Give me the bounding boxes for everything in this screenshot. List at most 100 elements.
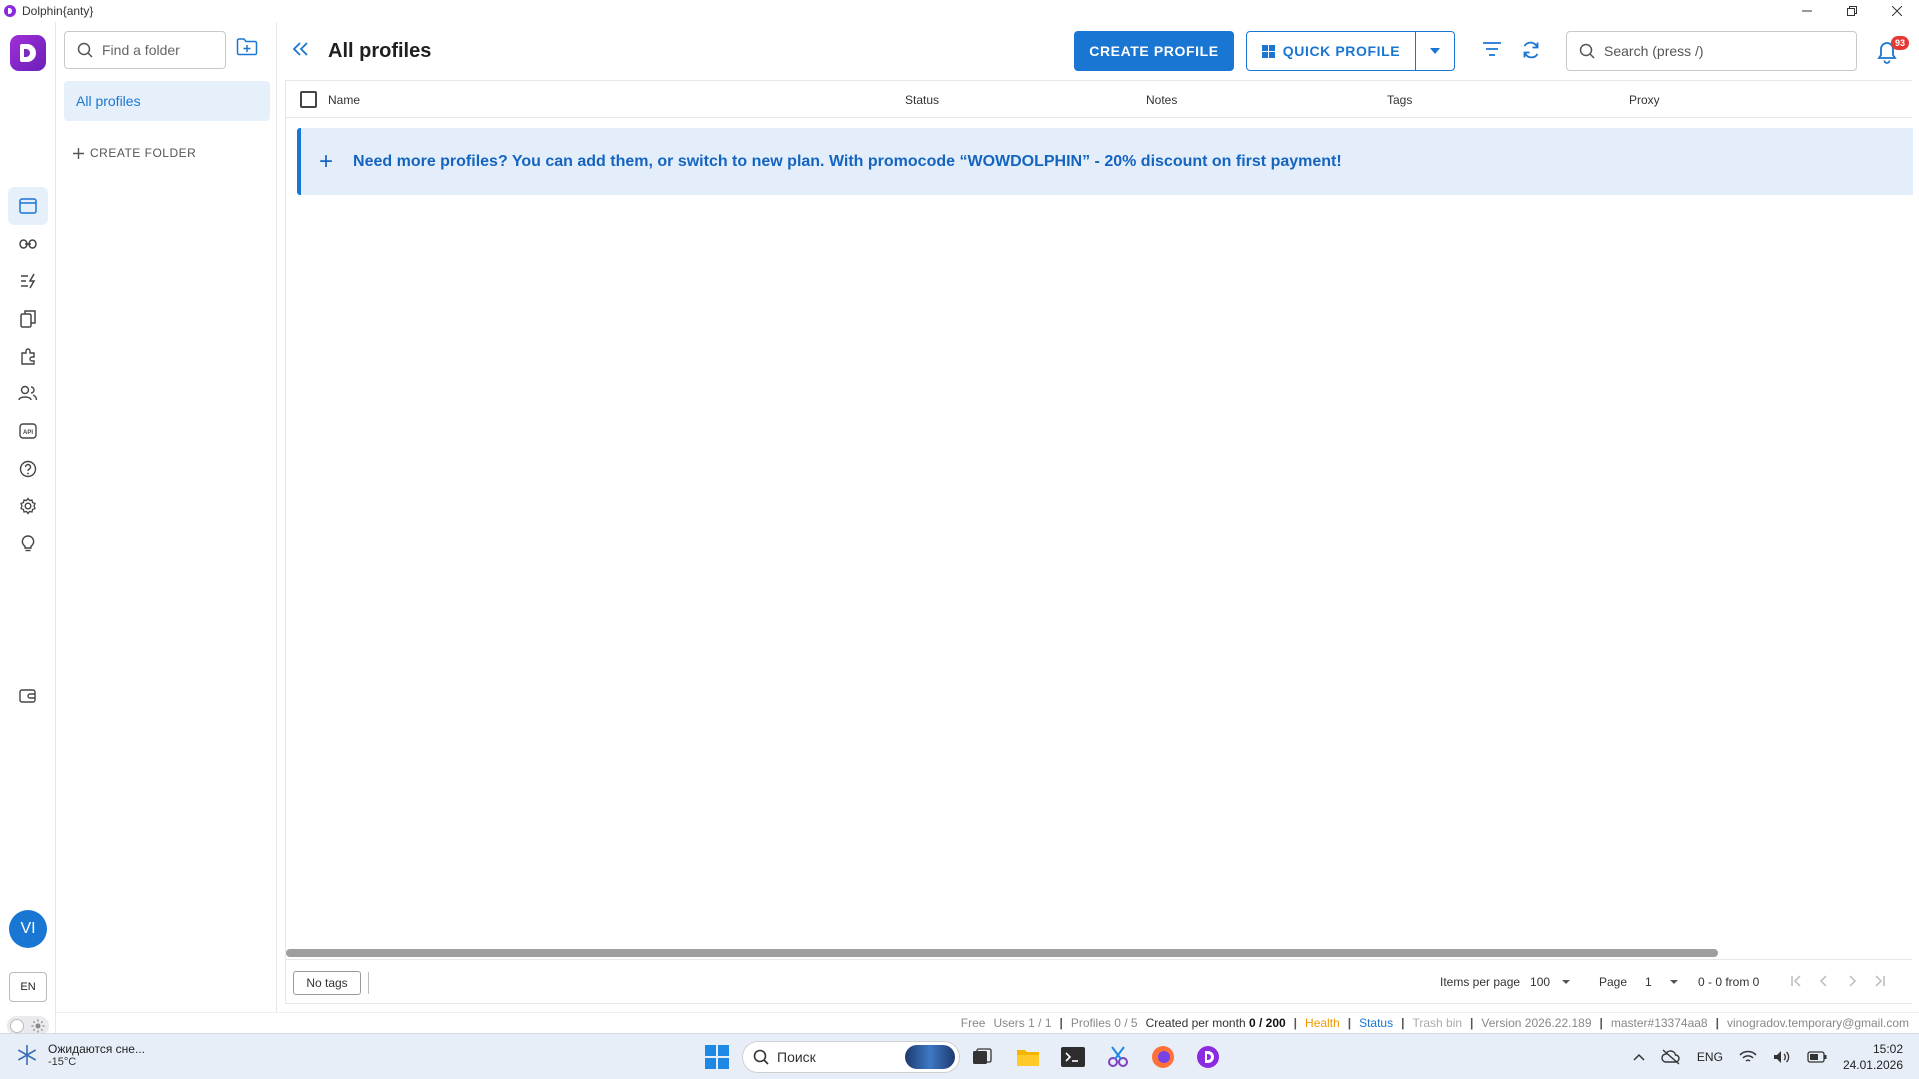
search-icon (77, 42, 93, 58)
volume-icon[interactable] (1773, 1050, 1791, 1064)
restore-button[interactable] (1829, 0, 1874, 22)
column-proxy[interactable]: Proxy (1629, 93, 1660, 107)
promo-banner[interactable]: + Need more profiles? You can add them, … (297, 128, 1913, 195)
collapse-panel-icon[interactable] (292, 41, 310, 57)
plus-icon: + (319, 147, 334, 175)
refresh-icon[interactable] (1521, 40, 1541, 60)
column-notes[interactable]: Notes (1146, 93, 1177, 107)
window-titlebar: Dolphin{anty} (0, 0, 1919, 22)
dolphin-app-icon (4, 5, 16, 17)
status-link[interactable]: Status (1359, 1016, 1393, 1030)
chevron-down-icon (1430, 48, 1440, 54)
weather-widget[interactable]: Ожидаются сне... -15°C (16, 1042, 145, 1068)
profile-search[interactable] (1566, 31, 1857, 71)
no-tags-button[interactable]: No tags (293, 971, 361, 995)
cloud-off-icon[interactable] (1661, 1049, 1681, 1065)
filter-icon[interactable] (1482, 41, 1502, 57)
table-footer: No tags Items per page 100 Page 1 0 - 0 … (286, 959, 1912, 1005)
api-icon[interactable]: API (8, 412, 48, 450)
lightbulb-icon[interactable] (8, 525, 48, 563)
trash-bin-link[interactable]: Trash bin (1412, 1016, 1462, 1030)
add-folder-icon[interactable] (236, 37, 258, 57)
column-name[interactable]: Name (328, 93, 360, 107)
plan-label: Free (960, 1016, 986, 1030)
svg-text:API: API (23, 430, 33, 436)
clock[interactable]: 15:02 24.01.2026 (1843, 1041, 1903, 1073)
created-per-month: Created per month 0 / 200 (1145, 1016, 1286, 1030)
snipping-tool-icon[interactable] (1103, 1042, 1133, 1072)
minimize-button[interactable] (1784, 0, 1829, 22)
taskbar-search[interactable]: Поиск (742, 1041, 960, 1073)
search-icon (753, 1049, 769, 1065)
quick-profile-button[interactable]: QUICK PROFILE (1246, 31, 1416, 71)
chevron-up-icon[interactable] (1633, 1053, 1645, 1061)
pagination-nav (1788, 973, 1888, 989)
dolphin-logo[interactable] (10, 35, 46, 71)
os-taskbar: Ожидаются сне... -15°C Поиск ENG 15:02 2 (0, 1033, 1919, 1079)
next-page-icon[interactable] (1844, 973, 1860, 989)
terminal-icon[interactable] (1058, 1042, 1088, 1072)
select-all-checkbox[interactable] (300, 91, 317, 108)
user-avatar[interactable]: VI (9, 910, 47, 948)
link-icon[interactable] (8, 225, 48, 263)
firefox-icon[interactable] (1148, 1042, 1178, 1072)
folder-search-input[interactable] (102, 42, 212, 58)
start-button-icon[interactable] (702, 1042, 732, 1072)
folder-search[interactable] (64, 31, 226, 69)
health-link[interactable]: Health (1305, 1016, 1340, 1030)
last-page-icon[interactable] (1872, 973, 1888, 989)
create-profile-button[interactable]: CREATE PROFILE (1074, 31, 1234, 71)
status-bar: Free Users 1 / 1 | Profiles 0 / 5 Create… (56, 1012, 1919, 1033)
browser-profiles-icon[interactable] (8, 187, 48, 225)
profile-search-input[interactable] (1604, 43, 1844, 59)
task-view-icon[interactable] (967, 1042, 997, 1072)
prev-page-icon[interactable] (1816, 973, 1832, 989)
create-folder-button[interactable]: CREATE FOLDER (73, 146, 196, 160)
copy-icon[interactable] (8, 300, 48, 338)
promo-text: Need more profiles? You can add them, or… (353, 152, 1342, 170)
clock-time: 15:02 (1872, 1042, 1903, 1056)
settings-icon[interactable] (8, 487, 48, 525)
taskbar-search-label: Поиск (777, 1049, 816, 1065)
system-tray: ENG 15:02 24.01.2026 (1633, 1034, 1919, 1079)
quick-profile-dropdown[interactable] (1415, 31, 1455, 71)
users-count: Users 1 / 1 (993, 1016, 1052, 1030)
items-per-page[interactable]: Items per page 100 (1440, 975, 1571, 989)
wallet-icon[interactable] (8, 677, 48, 715)
page-select[interactable]: Page 1 (1599, 975, 1678, 989)
page-title: All profiles (328, 40, 432, 62)
chevron-down-icon (1562, 980, 1571, 984)
file-explorer-icon[interactable] (1013, 1042, 1043, 1072)
horizontal-scrollbar[interactable] (286, 949, 1718, 957)
search-icon (1579, 43, 1595, 59)
dolphin-taskbar-icon[interactable] (1193, 1042, 1223, 1072)
language-switch[interactable]: EN (9, 972, 47, 1002)
search-highlight-image (905, 1045, 955, 1069)
folder-all-profiles[interactable]: All profiles (64, 81, 270, 121)
automation-icon[interactable] (8, 262, 48, 300)
weather-temp: -15°C (48, 1056, 77, 1068)
user-email: vinogradov.temporary@gmail.com (1726, 1016, 1909, 1030)
keyboard-language[interactable]: ENG (1697, 1050, 1723, 1064)
column-tags[interactable]: Tags (1387, 93, 1412, 107)
notifications-button[interactable]: 93 (1876, 36, 1910, 66)
help-icon[interactable] (8, 450, 48, 488)
folder-panel: All profiles CREATE FOLDER (57, 22, 277, 1012)
page-value: 1 (1645, 975, 1652, 989)
column-status[interactable]: Status (905, 93, 939, 107)
plus-icon (73, 147, 84, 159)
create-folder-label: CREATE FOLDER (90, 146, 197, 160)
close-window-button[interactable] (1874, 0, 1919, 22)
battery-icon[interactable] (1807, 1051, 1827, 1063)
items-per-page-label: Items per page (1440, 975, 1521, 989)
windows-icon (1261, 44, 1275, 58)
branch-label: master#13374aa8 (1610, 1016, 1708, 1030)
items-per-page-value: 100 (1530, 975, 1551, 989)
extensions-icon[interactable] (8, 337, 48, 375)
wifi-icon[interactable] (1739, 1050, 1757, 1064)
notification-badge: 93 (1891, 36, 1909, 50)
first-page-icon[interactable] (1788, 973, 1804, 989)
quick-profile-label: QUICK PROFILE (1282, 43, 1401, 59)
chevron-down-icon (1669, 980, 1678, 984)
users-icon[interactable] (8, 374, 48, 412)
